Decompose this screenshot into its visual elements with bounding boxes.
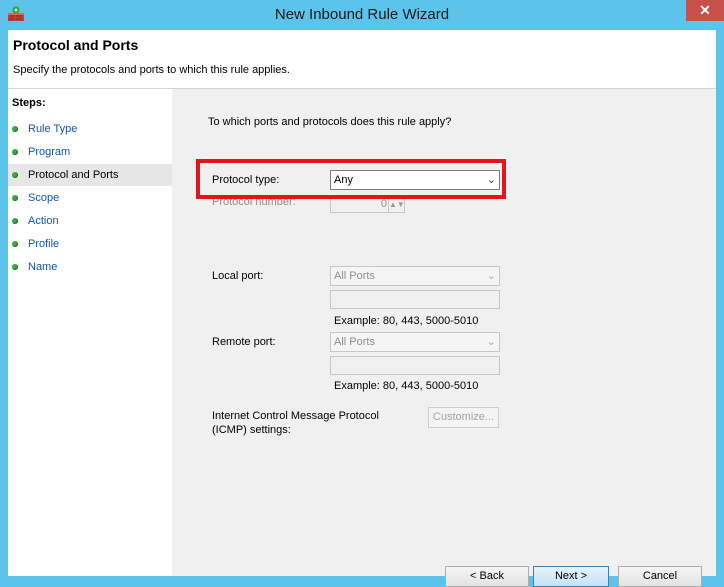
step-program[interactable]: Program: [8, 141, 172, 163]
page-title: Protocol and Ports: [13, 37, 139, 53]
step-protocol-and-ports[interactable]: Protocol and Ports: [8, 164, 172, 186]
step-label: Action: [28, 215, 59, 227]
local-port-select[interactable]: All Ports ⌄: [330, 266, 500, 286]
local-port-value: All Ports: [334, 270, 375, 282]
step-rule-type[interactable]: Rule Type: [8, 118, 172, 140]
remote-port-label: Remote port:: [212, 336, 276, 348]
wizard-header: Protocol and Ports Specify the protocols…: [8, 30, 716, 89]
step-status-icon: [12, 241, 18, 247]
step-label: Program: [28, 146, 71, 158]
window-title: New Inbound Rule Wizard: [274, 6, 450, 23]
local-port-label: Local port:: [212, 270, 264, 282]
highlight-box: [196, 159, 506, 199]
page-subtitle: Specify the protocols and ports to which…: [13, 64, 290, 76]
step-scope[interactable]: Scope: [8, 187, 172, 209]
question-text: To which ports and protocols does this r…: [208, 116, 452, 128]
step-label: Profile: [28, 238, 60, 250]
chevron-down-icon: ⌄: [486, 270, 496, 282]
step-status-icon: [12, 149, 18, 155]
step-status-icon: [12, 126, 18, 132]
icmp-label-line2: (ICMP) settings:: [212, 424, 291, 436]
step-status-icon: [12, 172, 18, 178]
wizard-window: Protocol and Ports Specify the protocols…: [8, 30, 716, 587]
step-status-icon: [12, 195, 18, 201]
chevron-down-icon: ⌄: [486, 336, 496, 348]
step-action[interactable]: Action: [8, 210, 172, 232]
step-label: Rule Type: [28, 123, 78, 135]
step-status-icon: [12, 264, 18, 270]
step-label: Scope: [28, 192, 60, 204]
close-icon: ✕: [699, 2, 711, 18]
protocol-number-value: 0: [380, 198, 387, 210]
remote-port-example: Example: 80, 443, 5000-5010: [334, 380, 479, 392]
remote-port-input[interactable]: [330, 356, 500, 375]
remote-port-value: All Ports: [334, 336, 375, 348]
title-bar: New Inbound Rule Wizard ✕: [0, 0, 724, 30]
step-label: Name: [28, 261, 58, 273]
step-status-icon: [12, 218, 18, 224]
steps-pane: Steps: Rule Type Program Protocol and Po…: [8, 89, 172, 576]
local-port-input[interactable]: [330, 290, 500, 309]
local-port-example: Example: 80, 443, 5000-5010: [334, 315, 479, 327]
customize-button[interactable]: Customize...: [428, 407, 499, 428]
remote-port-select[interactable]: All Ports ⌄: [330, 332, 500, 352]
icmp-label-line1: Internet Control Message Protocol: [212, 410, 379, 422]
step-name[interactable]: Name: [8, 256, 172, 278]
step-profile[interactable]: Profile: [8, 233, 172, 255]
steps-heading: Steps:: [12, 97, 46, 109]
step-label: Protocol and Ports: [28, 169, 119, 181]
close-button[interactable]: ✕: [686, 0, 724, 21]
spinner-arrows-icon[interactable]: ▲▼: [388, 197, 405, 212]
